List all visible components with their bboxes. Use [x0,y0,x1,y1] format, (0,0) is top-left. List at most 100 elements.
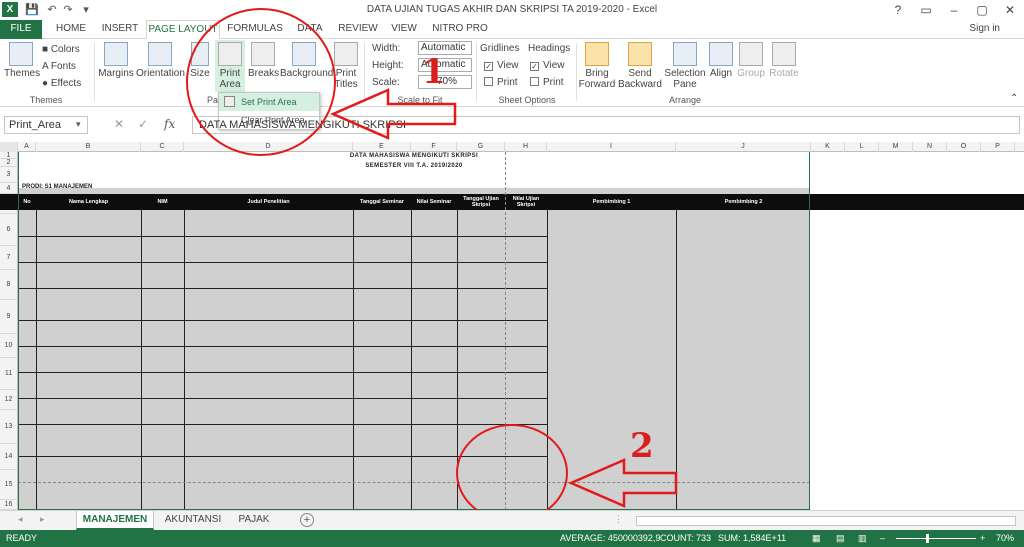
group-label-arrange: Arrange [668,95,702,105]
minimize-button[interactable]: – [940,0,968,20]
headings-print-checkbox[interactable]: Print [530,77,564,88]
help-button[interactable]: ? [884,0,912,20]
selection-pane-button[interactable]: Selection Pane [664,42,706,90]
gridlines-print-label: Print [497,77,518,88]
headings-print-label: Print [543,77,564,88]
rotate-button[interactable]: Rotate [768,42,800,79]
tab-review[interactable]: REVIEW [334,20,382,39]
column-header[interactable]: O [947,142,981,152]
row-header[interactable]: 8 [0,270,18,300]
row-header[interactable]: 2 [0,159,18,167]
column-header[interactable]: I [547,142,676,152]
select-all-corner[interactable] [0,142,18,152]
send-backward-button[interactable]: Send Backward [618,42,662,90]
column-header[interactable]: A [18,142,36,152]
group-button[interactable]: Group [736,42,766,79]
zoom-out-icon[interactable]: – [880,533,885,543]
annotation-arrow-1-icon [330,88,457,140]
close-button[interactable]: ✕ [996,0,1024,20]
collapse-ribbon-icon[interactable]: ⌃ [1010,93,1018,104]
margins-button[interactable]: Margins [98,42,134,79]
row-header[interactable]: 14 [0,444,18,470]
tab-file[interactable]: FILE [0,20,42,39]
row-header[interactable]: 3 [0,167,18,183]
scroll-right-icon[interactable]: ▸ [40,514,45,525]
zoom-slider[interactable] [896,538,976,539]
column-header[interactable]: C [141,142,184,152]
bring-forward-button[interactable]: Bring Forward [578,42,616,90]
orientation-label: Orientation [136,68,185,79]
page-break-view-icon[interactable]: ▥ [858,533,867,544]
add-sheet-icon[interactable]: + [300,513,314,527]
gridlines-view-checkbox[interactable]: ✓ View [484,60,519,71]
sheet-tab-akuntansi[interactable]: AKUNTANSI [158,511,228,530]
ribbon-display-button[interactable]: ▭ [912,0,940,20]
orientation-button[interactable]: Orientation [136,42,185,79]
themes-button[interactable]: Themes [4,42,40,79]
enter-icon[interactable]: ✓ [138,117,148,131]
sheet-tab-bar: ◂ ▸ MANAJEMEN AKUNTANSI PAJAK + ⋮ [0,510,1024,530]
send-backward-label-1: Send [628,68,652,79]
print-titles-button[interactable]: Print Titles [332,42,360,90]
maximize-button[interactable]: ▢ [968,0,996,20]
name-box-dropdown-icon[interactable]: ▾ [76,119,81,130]
column-header[interactable]: B [36,142,141,152]
column-header[interactable]: E [353,142,411,152]
annotation-circle-1 [186,8,336,156]
zoom-level[interactable]: 70% [996,533,1014,543]
sheet-options-icon[interactable]: ⋮ [614,514,623,525]
sign-in-link[interactable]: Sign in [969,23,1000,34]
column-header[interactable]: J [676,142,811,152]
annotation-arrow-2-icon [568,458,678,508]
row-header[interactable]: 6 [0,214,18,246]
colors-button[interactable]: ■ Colors [42,44,80,55]
row-header[interactable]: 16 [0,500,18,510]
checkbox-icon [484,77,493,86]
column-header[interactable]: N [913,142,947,152]
send-backward-icon [628,42,652,66]
group-label-sheet-options: Sheet Options [498,95,556,105]
gridlines-print-checkbox[interactable]: Print [484,77,518,88]
column-header[interactable]: L [845,142,879,152]
headings-view-checkbox[interactable]: ✓ View [530,60,565,71]
sheet-tab-pajak[interactable]: PAJAK [232,511,276,530]
sheet-tab-manajemen[interactable]: MANAJEMEN [76,511,154,530]
row-header[interactable]: 10 [0,334,18,358]
effects-button[interactable]: ● Effects [42,78,81,89]
formula-bar: Print_Area ▾ ✕ ✓ fx DATA MAHASISWA MENGI… [0,114,1024,136]
height-label: Height: [372,60,404,71]
row-header[interactable]: 11 [0,358,18,390]
margins-icon [104,42,128,66]
tab-insert[interactable]: INSERT [96,20,144,39]
column-header[interactable]: M [879,142,913,152]
row-header[interactable]: 7 [0,246,18,270]
rotate-icon [772,42,796,66]
tab-nitro-pro[interactable]: NITRO PRO [428,20,492,39]
horizontal-scrollbar[interactable] [636,516,1016,526]
column-header[interactable]: G [457,142,505,152]
column-header[interactable]: P [981,142,1015,152]
align-button[interactable]: Align [708,42,734,79]
row-header[interactable]: 12 [0,390,18,410]
row-header[interactable]: 4 [0,183,18,194]
column-header[interactable]: H [505,142,547,152]
fonts-button[interactable]: A Fonts [42,61,76,72]
page-layout-view-icon[interactable]: ▤ [836,533,845,544]
row-header[interactable]: 13 [0,410,18,444]
scroll-left-icon[interactable]: ◂ [18,514,23,525]
column-header[interactable]: F [411,142,457,152]
zoom-slider-thumb[interactable] [926,534,929,543]
column-header[interactable]: K [811,142,845,152]
row-header[interactable]: 9 [0,300,18,334]
ribbon-tabs: FILE HOME INSERT PAGE LAYOUT FORMULAS DA… [0,20,1024,39]
zoom-in-icon[interactable]: + [980,533,985,543]
tab-view[interactable]: VIEW [384,20,424,39]
tab-home[interactable]: HOME [48,20,94,39]
status-bar: READY AVERAGE: 450000392,9 COUNT: 733 SU… [0,530,1024,547]
normal-view-icon[interactable]: ▦ [812,533,821,544]
row-header[interactable]: 1 [0,152,18,159]
selection-border [18,152,810,510]
cancel-icon[interactable]: ✕ [114,117,124,131]
row-header[interactable]: 15 [0,470,18,500]
insert-function-icon[interactable]: fx [164,117,175,131]
